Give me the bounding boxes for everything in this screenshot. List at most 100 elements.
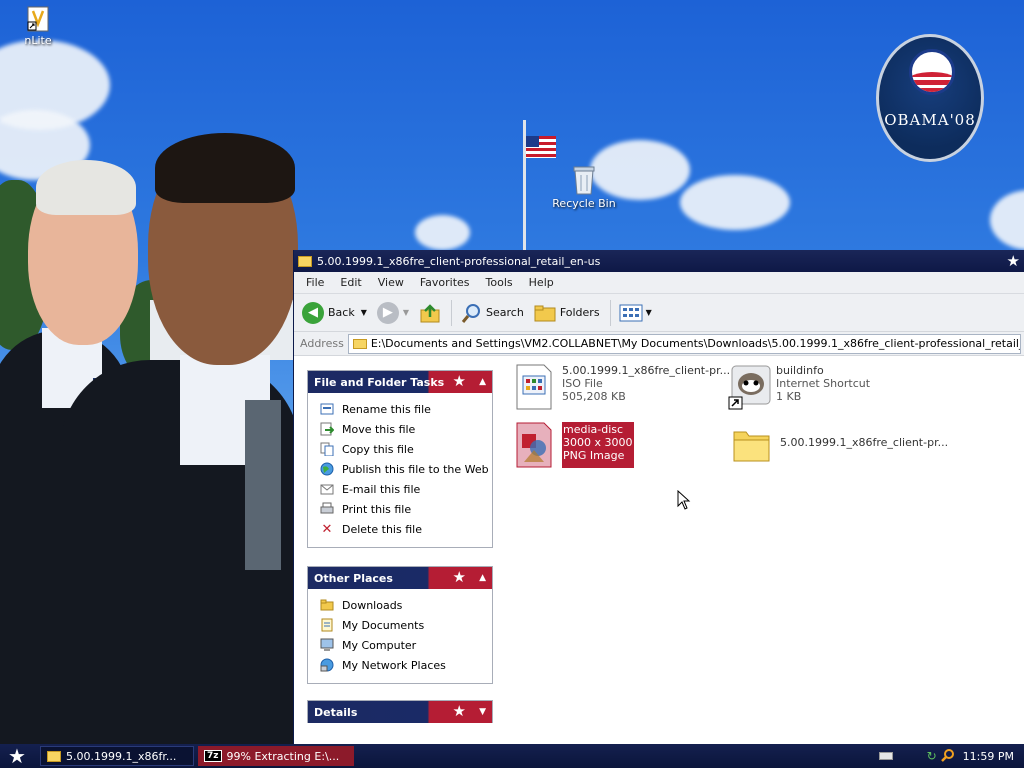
menu-help[interactable]: Help	[521, 276, 562, 289]
delete-icon: ✕	[321, 521, 333, 537]
system-tray: ↻ 11:59 PM	[878, 744, 1024, 768]
menu-favorites[interactable]: Favorites	[412, 276, 478, 289]
task-move-file[interactable]: Move this file	[319, 419, 492, 439]
recycle-bin-icon	[572, 165, 596, 195]
panel-header-other-places[interactable]: Other Places ★ ▲	[308, 567, 492, 589]
file-type: PNG Image	[563, 449, 625, 462]
place-my-computer[interactable]: My Computer	[319, 635, 492, 655]
panel-title: Other Places	[314, 571, 393, 585]
taskbar-button-explorer[interactable]: 5.00.1999.1_x86fr...	[40, 746, 194, 766]
menu-bar: File Edit View Favorites Tools Help	[294, 272, 1024, 294]
folder-icon	[352, 338, 367, 349]
address-value: E:\Documents and Settings\VM2.COLLABNET\…	[370, 337, 1021, 350]
folders-icon	[534, 305, 556, 321]
clock[interactable]: 11:59 PM	[963, 750, 1014, 763]
address-label: Address	[300, 337, 344, 350]
place-downloads[interactable]: Downloads	[319, 595, 492, 615]
panel-file-folder-tasks: File and Folder Tasks ★ ▲ Rename this fi…	[307, 370, 493, 548]
content-area: File and Folder Tasks ★ ▲ Rename this fi…	[294, 356, 1024, 744]
image-dimensions: 3000 x 3000	[563, 436, 633, 449]
panel-title: File and Folder Tasks	[314, 375, 445, 389]
file-name: media-disc	[563, 423, 624, 436]
panel-other-places: Other Places ★ ▲ Downloads My Documents …	[307, 566, 493, 684]
search-tray-icon[interactable]	[940, 748, 955, 765]
menu-tools[interactable]: Tools	[478, 276, 521, 289]
address-field[interactable]: E:\Documents and Settings\VM2.COLLABNET\…	[347, 333, 1021, 354]
panel-header-details[interactable]: Details ★ ▼	[308, 701, 492, 723]
logo-text: OBAMA'08	[884, 111, 976, 129]
forward-arrow-icon: ▶	[376, 301, 399, 324]
menu-edit[interactable]: Edit	[332, 276, 369, 289]
window-title: 5.00.1999.1_x86fre_client-professional_r…	[317, 254, 601, 268]
keyboard-icon[interactable]	[878, 752, 893, 760]
task-label: Move this file	[342, 422, 416, 436]
place-label: My Documents	[342, 618, 425, 632]
folder-icon	[298, 255, 312, 267]
task-label: Delete this file	[342, 522, 422, 536]
task-publish-file[interactable]: Publish this file to the Web	[319, 459, 492, 479]
taskbar-button-label: 5.00.1999.1_x86fr...	[66, 749, 177, 763]
views-icon	[619, 304, 643, 321]
search-label: Search	[486, 306, 524, 319]
expand-icon[interactable]: ▼	[479, 707, 486, 717]
forward-button[interactable]: ▶ ▼	[376, 301, 410, 324]
task-label: E-mail this file	[342, 482, 421, 496]
toolbar-separator	[451, 299, 453, 326]
task-copy-file[interactable]: Copy this file	[319, 439, 492, 459]
file-size: 1 KB	[776, 390, 802, 403]
chevron-down-icon: ▼	[402, 308, 410, 317]
place-label: My Network Places	[342, 658, 446, 672]
star-icon: ★	[452, 702, 466, 720]
panel-header-file-tasks[interactable]: File and Folder Tasks ★ ▲	[308, 371, 492, 393]
chevron-down-icon: ▼	[645, 308, 652, 317]
star-icon: ★	[452, 568, 466, 586]
views-button[interactable]: ▼	[619, 304, 652, 322]
taskbar-button-label: 99% Extracting E:\...	[226, 749, 340, 763]
folders-button[interactable]: Folders	[534, 303, 600, 323]
place-my-network-places[interactable]: My Network Places	[319, 655, 492, 675]
cloud	[680, 175, 790, 230]
menu-file[interactable]: File	[298, 276, 332, 289]
task-delete-file[interactable]: ✕ Delete this file	[319, 519, 492, 539]
collapse-icon[interactable]: ▲	[479, 573, 486, 583]
file-buildinfo[interactable]: buildinfo Internet Shortcut 1 KB	[728, 364, 870, 410]
documents-icon	[319, 618, 335, 632]
desktop-icon-label: nLite	[24, 34, 52, 47]
explorer-window: 5.00.1999.1_x86fre_client-professional_r…	[293, 250, 1024, 744]
place-my-documents[interactable]: My Documents	[319, 615, 492, 635]
chevron-down-icon: ▼	[360, 308, 367, 317]
file-iso[interactable]: 5.00.1999.1_x86fre_client-pr... ISO File…	[514, 364, 730, 410]
star-icon: ★	[8, 744, 26, 768]
start-button[interactable]: ★	[0, 744, 34, 768]
toolbar: ◀ Back ▼ ▶ ▼ Search Folders ▼	[294, 294, 1024, 332]
task-print-file[interactable]: Print this file	[319, 499, 492, 519]
globe-icon	[319, 462, 335, 476]
place-label: Downloads	[342, 598, 403, 612]
task-rename-file[interactable]: Rename this file	[319, 399, 492, 419]
folder-icon	[732, 426, 772, 472]
rename-icon	[319, 402, 335, 416]
desktop-icon-nlite[interactable]: nLite	[2, 6, 74, 47]
copy-icon	[319, 442, 335, 456]
up-folder-button[interactable]	[419, 302, 441, 324]
menu-view[interactable]: View	[370, 276, 412, 289]
file-media-disc[interactable]: media-disc 3000 x 3000 PNG Image	[514, 422, 634, 468]
back-button[interactable]: ◀ Back ▼	[302, 301, 367, 324]
person-left-hair	[36, 160, 136, 215]
file-type: ISO File	[562, 377, 603, 390]
person-right-tie	[245, 400, 281, 570]
search-button[interactable]: Search	[460, 302, 524, 324]
collapse-icon[interactable]: ▲	[479, 377, 486, 387]
network-icon	[319, 658, 335, 672]
folder-item[interactable]: 5.00.1999.1_x86fre_client-pr...	[732, 426, 948, 472]
task-email-file[interactable]: E-mail this file	[319, 479, 492, 499]
window-titlebar[interactable]: 5.00.1999.1_x86fre_client-professional_r…	[294, 250, 1024, 272]
person-right-hair	[155, 133, 295, 203]
back-label: Back	[328, 306, 355, 319]
folder-icon	[319, 598, 335, 612]
network-tray-icon[interactable]: ↻	[927, 749, 937, 763]
folders-label: Folders	[559, 306, 600, 319]
back-arrow-icon: ◀	[302, 301, 324, 324]
taskbar-button-7zip[interactable]: 7z 99% Extracting E:\...	[198, 746, 354, 766]
desktop-icon-recycle-bin[interactable]: Recycle Bin	[548, 165, 620, 210]
